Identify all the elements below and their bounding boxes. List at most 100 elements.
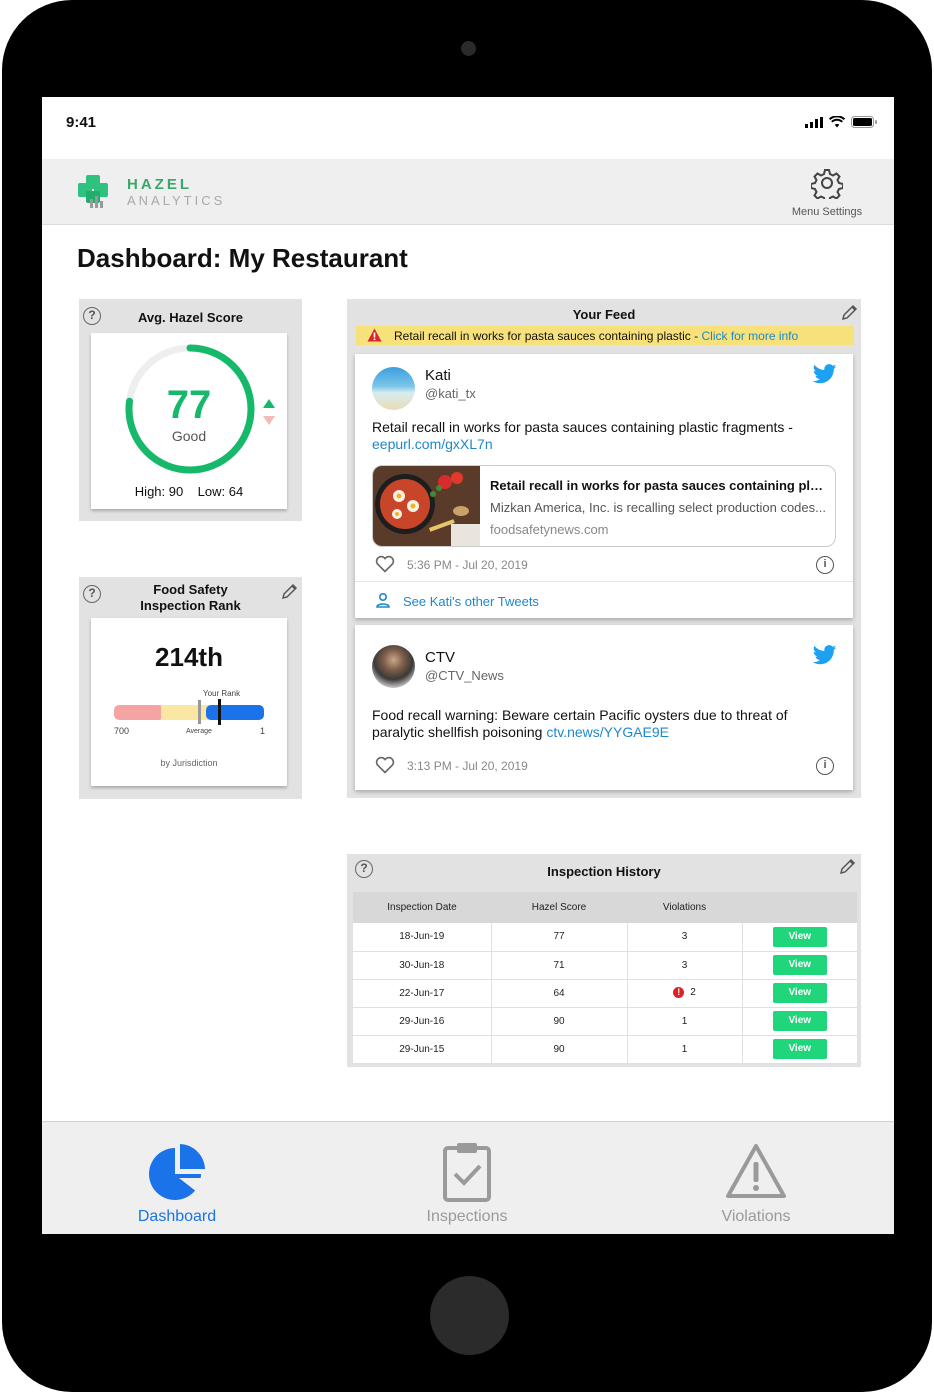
table-row: 30-Jun-18 71 3 View [353, 951, 857, 980]
status-bar: 9:41 [42, 97, 894, 159]
link-preview-description: Mizkan America, Inc. is recalling select… [490, 500, 826, 515]
tweet-author-handle[interactable]: @kati_tx [425, 386, 476, 401]
rank-min-label: 700 [114, 726, 130, 736]
rank-average-label: Average [186, 728, 212, 735]
status-icons [805, 116, 878, 128]
score-high-low: High: 90 Low: 64 [134, 484, 244, 499]
alert-more-info-link[interactable]: Click for more info [701, 329, 798, 343]
heart-icon[interactable] [375, 756, 395, 774]
view-button[interactable]: View [772, 1011, 827, 1031]
rank-card-title-line1: Food Safety [153, 582, 228, 597]
feed-title: Your Feed [572, 307, 636, 322]
edit-pencil-icon[interactable] [838, 858, 856, 876]
tweet-body: Retail recall in works for pasta sauces … [372, 419, 793, 435]
hazel-score: 77 [491, 923, 628, 952]
view-button[interactable]: View [772, 955, 827, 975]
inspection-history-table: Inspection Date Hazel Score Violations 1… [353, 892, 857, 1064]
table-row: 22-Jun-17 64 ! 2 View [353, 979, 857, 1008]
gear-icon [810, 169, 844, 203]
inspection-date: 18-Jun-19 [353, 923, 492, 952]
column-header: Violations [627, 892, 742, 923]
tweet-link[interactable]: ctv.news/YYGAE9E [546, 724, 669, 740]
view-cell: View [742, 1007, 857, 1036]
menu-settings-button[interactable]: Menu Settings [782, 167, 872, 218]
tweet-card: CTV @CTV_News Food recall warning: Bewar… [355, 625, 853, 790]
inspection-date: 22-Jun-17 [353, 979, 492, 1008]
tab-violations[interactable]: Violations [656, 1122, 856, 1234]
home-button[interactable] [430, 1276, 509, 1355]
table-row: 29-Jun-16 90 1 View [353, 1007, 857, 1036]
your-rank-label: Your Rank [203, 689, 241, 698]
tweet-card: Kati @kati_tx Retail recall in works for… [355, 354, 853, 618]
violations-count: 1 [627, 1007, 743, 1036]
view-cell: View [742, 951, 857, 980]
tab-label: Inspections [426, 1208, 508, 1225]
view-cell: View [742, 979, 857, 1008]
link-preview-card[interactable]: Retail recall in works for pasta sauces … [372, 465, 836, 547]
page-title: Dashboard: My Restaurant [77, 243, 408, 273]
pie-chart-icon [149, 1144, 205, 1200]
inspection-date: 29-Jun-16 [353, 1007, 492, 1036]
tweet-link[interactable]: eepurl.com/gxXL7n [372, 436, 493, 452]
brand-name: HAZEL [127, 176, 192, 193]
wifi-icon [829, 116, 845, 128]
view-button[interactable]: View [772, 926, 827, 947]
front-camera [461, 41, 476, 56]
recall-alert-banner[interactable]: Retail recall in works for pasta sauces … [356, 326, 854, 345]
tweet-author-handle[interactable]: @CTV_News [425, 668, 504, 683]
avatar[interactable] [372, 367, 415, 410]
info-icon[interactable]: i [816, 556, 834, 574]
battery-icon [851, 116, 877, 128]
twitter-bird-icon[interactable] [813, 645, 837, 665]
hazel-logo-icon [78, 175, 108, 208]
inspection-history-title: Inspection History [547, 864, 661, 879]
link-preview-image [373, 466, 480, 546]
tab-dashboard[interactable]: Dashboard [77, 1122, 277, 1234]
critical-violation-icon: ! [673, 987, 685, 999]
hazel-score: 64 [491, 979, 628, 1008]
heart-icon[interactable] [375, 555, 395, 573]
score-rating: Good [171, 428, 207, 444]
tab-inspections[interactable]: Inspections [367, 1122, 567, 1234]
link-preview-domain: foodsafetynews.com [490, 522, 609, 537]
violations-count: ! 2 [627, 979, 743, 1008]
score-card: ? Avg. Hazel Score 77 Good High: 90 Low:… [79, 299, 302, 521]
tweet-timestamp[interactable]: 5:36 PM - Jul 20, 2019 [407, 558, 528, 572]
column-header: Inspection Date [353, 892, 491, 923]
tab-label: Violations [721, 1208, 791, 1225]
violations-value: 3 [681, 959, 688, 971]
warning-triangle-icon [726, 1144, 786, 1198]
rank-bar [114, 699, 264, 725]
inspection-history-card: ? Inspection History Inspection Date Haz… [347, 854, 861, 1067]
violations-count: 1 [627, 1035, 743, 1064]
column-header [742, 892, 857, 923]
signal-icon [805, 116, 823, 128]
rank-card: ? Food Safety Inspection Rank 214th Your… [79, 577, 302, 799]
rank-value: 214th [155, 642, 223, 672]
view-button[interactable]: View [772, 1039, 827, 1059]
rank-max-label: 1 [260, 726, 266, 736]
link-preview-title: Retail recall in works for pasta sauces … [490, 478, 830, 493]
info-icon[interactable]: i [816, 757, 834, 775]
status-time: 9:41 [66, 114, 97, 131]
tweet-timestamp[interactable]: 3:13 PM - Jul 20, 2019 [407, 759, 528, 773]
table-header-row: Inspection Date Hazel Score Violations [353, 892, 857, 923]
violations-value: 2 [690, 987, 696, 999]
hazel-score: 71 [491, 951, 628, 980]
see-other-tweets-link[interactable]: See Kati's other Tweets [403, 594, 539, 609]
tweet-text: Food recall warning: Beware certain Paci… [372, 707, 832, 741]
edit-pencil-icon[interactable] [840, 304, 858, 322]
tweet-author-name[interactable]: CTV [425, 649, 455, 666]
twitter-bird-icon[interactable] [813, 364, 837, 384]
violations-value: 1 [681, 1015, 688, 1027]
tweet-author-name[interactable]: Kati [425, 367, 451, 384]
person-icon [376, 592, 390, 608]
app-screen: 9:41 HAZEL ANALYTICS Menu Settings Dashb… [42, 97, 894, 1234]
table-row: 29-Jun-15 90 1 View [353, 1035, 857, 1064]
avatar[interactable] [372, 645, 415, 688]
view-button[interactable]: View [772, 983, 827, 1003]
inspection-date: 29-Jun-15 [353, 1035, 492, 1064]
violations-count: 3 [627, 923, 743, 952]
hazel-score: 90 [491, 1007, 628, 1036]
rank-card-body: 214th Your Rank 700 Average 1 by Jurisdi… [91, 618, 287, 786]
